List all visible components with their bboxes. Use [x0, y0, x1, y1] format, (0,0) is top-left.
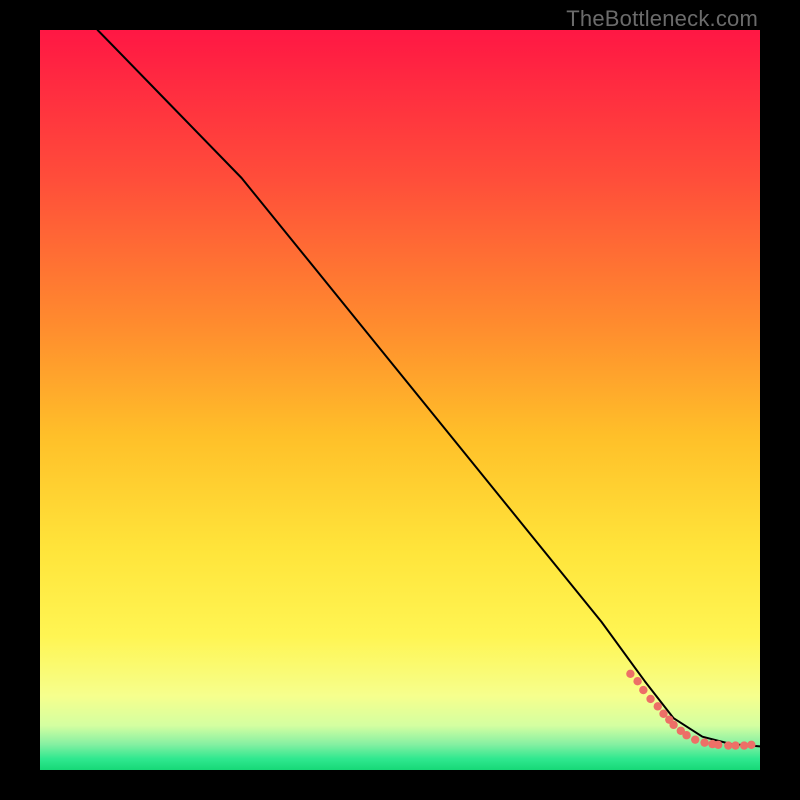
scatter-point — [646, 695, 654, 703]
plot-area — [40, 30, 760, 770]
scatter-point — [639, 686, 647, 694]
scatter-point — [724, 741, 732, 749]
chart-frame: TheBottleneck.com — [0, 0, 800, 800]
scatter-point — [691, 735, 699, 743]
gradient-bg — [40, 30, 760, 770]
scatter-point — [654, 702, 662, 710]
scatter-point — [740, 741, 748, 749]
scatter-point — [682, 731, 690, 739]
attribution-label: TheBottleneck.com — [566, 6, 758, 32]
scatter-point — [626, 670, 634, 678]
scatter-point — [633, 677, 641, 685]
scatter-point — [731, 741, 739, 749]
scatter-point — [747, 741, 755, 749]
scatter-point — [669, 721, 677, 729]
scatter-point — [700, 738, 708, 746]
scatter-point — [714, 741, 722, 749]
chart-svg — [40, 30, 760, 770]
